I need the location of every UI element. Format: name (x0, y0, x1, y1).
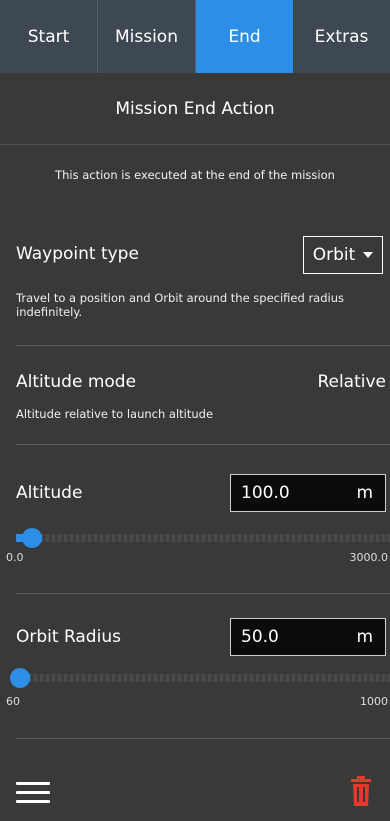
menu-icon[interactable] (16, 778, 52, 806)
waypoint-type-description: Travel to a position and Orbit around th… (16, 291, 345, 319)
orbit-radius-input[interactable]: 50.0 m (230, 618, 386, 656)
tab-bar: Start Mission End Extras (0, 0, 390, 73)
altitude-slider-handle[interactable] (22, 528, 43, 548)
orbit-radius-slider[interactable] (10, 668, 390, 688)
tab-extras[interactable]: Extras (293, 0, 390, 73)
altitude-mode-value[interactable]: Relative (317, 372, 386, 392)
altitude-min-label: 0.0 (6, 551, 24, 564)
altitude-input[interactable]: 100.0 m (230, 474, 386, 512)
orbit-radius-label: Orbit Radius (16, 627, 121, 647)
divider (16, 593, 390, 594)
chevron-down-icon (363, 252, 374, 258)
trash-icon[interactable] (350, 776, 372, 806)
bottom-toolbar (0, 770, 390, 821)
waypoint-type-label: Waypoint type (16, 244, 139, 264)
orbit-radius-min-label: 60 (6, 695, 20, 708)
divider (16, 345, 390, 346)
divider (16, 738, 390, 739)
altitude-unit: m (356, 483, 373, 503)
section-title: Mission End Action (0, 73, 390, 145)
orbit-radius-max-label: 1000 (360, 695, 388, 708)
section-subtitle: This action is executed at the end of th… (55, 168, 335, 182)
orbit-radius-slider-handle[interactable] (10, 668, 30, 688)
altitude-label: Altitude (16, 483, 83, 503)
orbit-radius-value: 50.0 (241, 627, 279, 647)
waypoint-type-dropdown[interactable]: Orbit (303, 236, 383, 274)
altitude-mode-description: Altitude relative to launch altitude (16, 407, 214, 421)
altitude-slider[interactable] (16, 528, 390, 548)
altitude-mode-label: Altitude mode (16, 372, 137, 392)
altitude-value: 100.0 (241, 483, 290, 503)
divider (16, 444, 390, 445)
tab-start[interactable]: Start (0, 0, 98, 73)
altitude-max-label: 3000.0 (349, 551, 389, 564)
waypoint-type-value: Orbit (312, 245, 356, 265)
tab-mission[interactable]: Mission (98, 0, 196, 73)
tab-end[interactable]: End (196, 0, 293, 73)
orbit-radius-unit: m (356, 627, 373, 647)
